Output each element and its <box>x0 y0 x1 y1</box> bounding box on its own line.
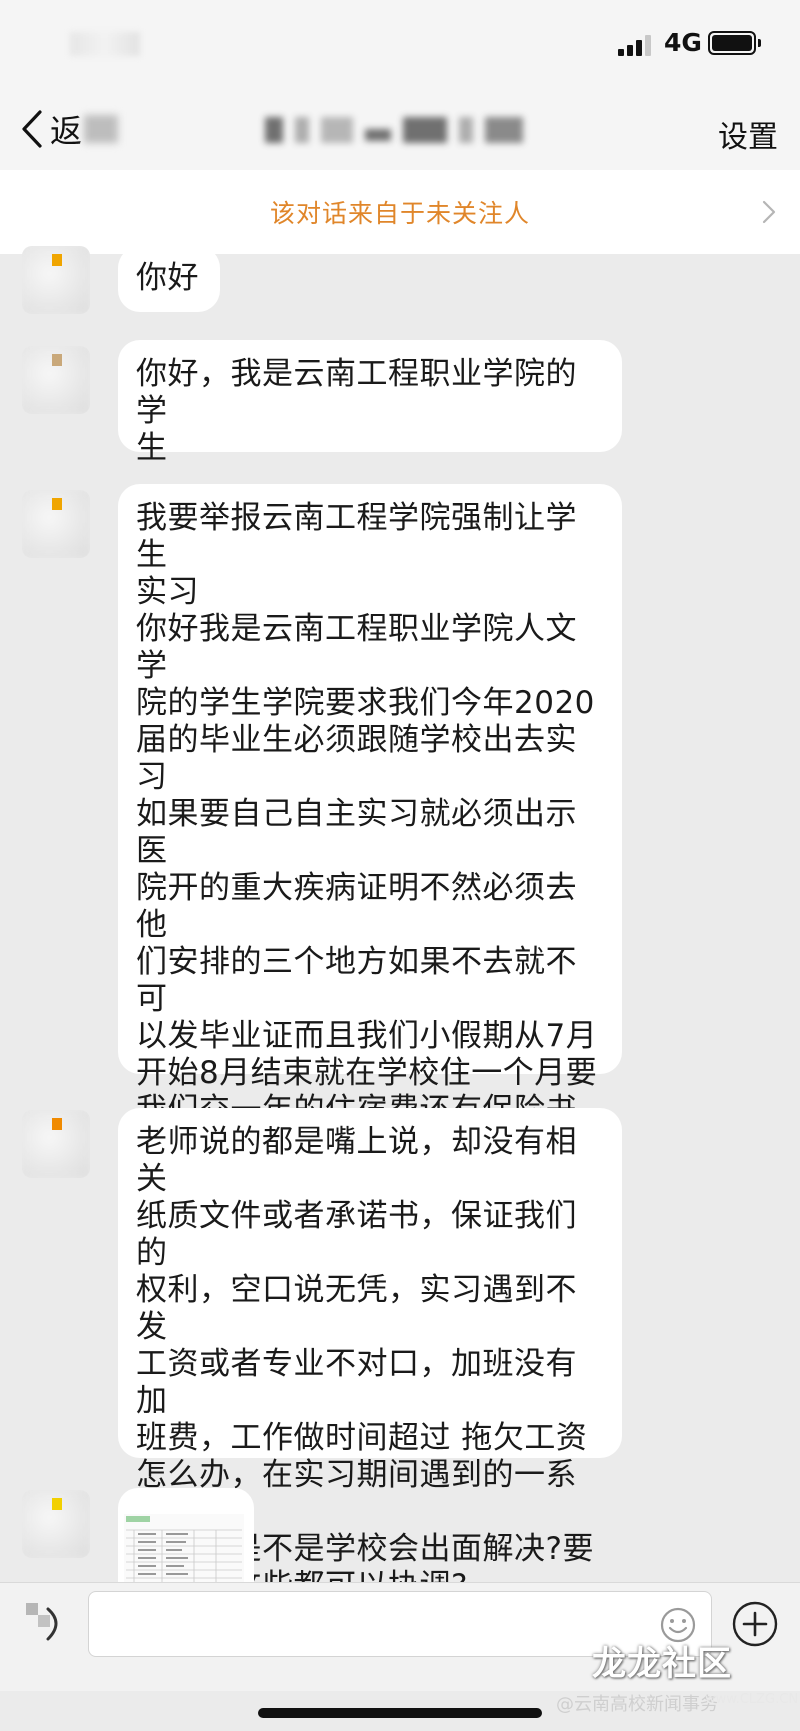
home-indicator[interactable] <box>258 1708 542 1718</box>
watermark-site: www.CLZG.CN <box>705 1692 799 1707</box>
back-label-blurred <box>84 115 119 143</box>
avatar[interactable] <box>22 246 90 314</box>
status-bar: 4G <box>0 0 800 92</box>
watermark: 龙龙社区 <box>592 1644 732 1684</box>
image-message[interactable] <box>118 1488 254 1588</box>
conversation-title-blurred <box>265 110 540 150</box>
back-button[interactable]: 返 <box>20 104 119 154</box>
avatar[interactable] <box>22 1110 90 1178</box>
battery-icon <box>708 31 761 55</box>
spreadsheet-thumbnail-icon <box>124 1514 244 1588</box>
weibo-watermark: @云南高校新闻事务 <box>556 1694 718 1715</box>
message-bubble: 你好 <box>118 246 220 312</box>
avatar[interactable] <box>22 1490 90 1558</box>
settings-button[interactable]: 设置 <box>718 112 778 156</box>
plus-icon <box>732 1601 778 1647</box>
status-time-blurred <box>70 32 140 56</box>
message-bubble: 你好，我是云南工程职业学院的学 生 <box>118 340 622 466</box>
avatar[interactable] <box>22 346 90 414</box>
message-bubble: 我要举报云南工程学院强制让学生 实习 你好我是云南工程职业学院人文学 院的学生学… <box>118 484 622 1350</box>
avatar[interactable] <box>22 490 90 558</box>
banner-text: 该对话来自于未关注人 <box>269 199 530 228</box>
back-label: 返 <box>50 112 83 150</box>
message-bubble: 老师说的都是嘴上说，却没有相关 纸质文件或者承诺书，保证我们的 权利，空口说无凭… <box>118 1108 622 1604</box>
signal-icon <box>618 34 658 56</box>
voice-icon <box>26 1603 58 1641</box>
network-type: 4G <box>664 28 702 57</box>
chevron-left-icon <box>22 110 42 148</box>
nav-bar: 返 设置 <box>0 92 800 170</box>
chevron-right-icon <box>762 200 776 224</box>
stranger-banner[interactable]: 该对话来自于未关注人 <box>0 170 800 254</box>
